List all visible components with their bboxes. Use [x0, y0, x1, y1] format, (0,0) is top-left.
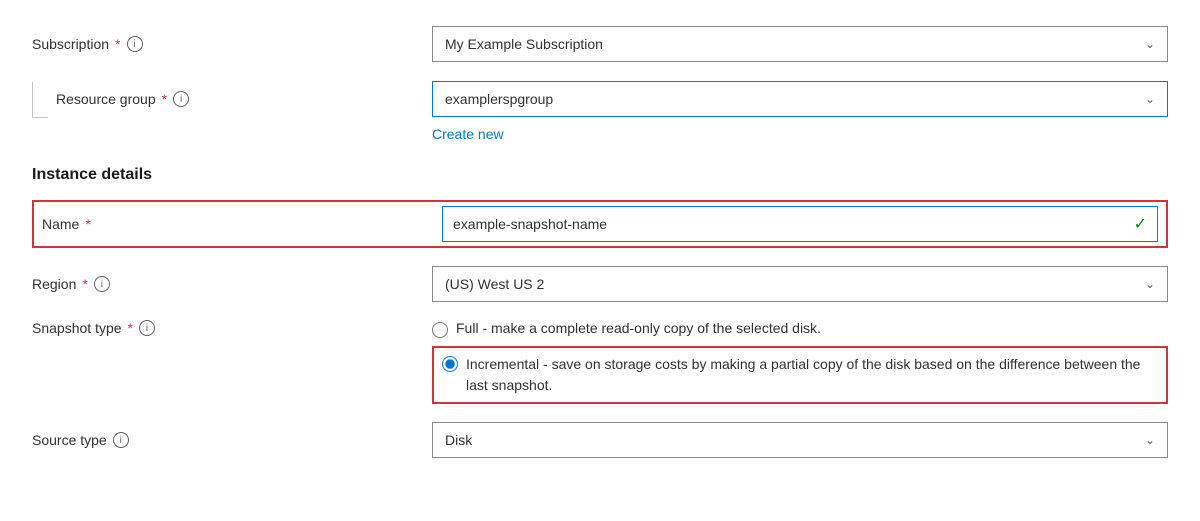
- source-type-row: Source type i Disk ⌄: [32, 420, 1168, 460]
- region-dropdown[interactable]: (US) West US 2 ⌄: [432, 266, 1168, 302]
- subscription-value: My Example Subscription: [445, 36, 603, 52]
- snapshot-type-info-icon[interactable]: i: [139, 320, 155, 336]
- snapshot-type-full-label[interactable]: Full - make a complete read-only copy of…: [456, 320, 821, 336]
- snapshot-type-row: Snapshot type * i Full - make a complete…: [32, 320, 1168, 404]
- region-label: Region: [32, 276, 76, 292]
- region-label-col: Region * i: [32, 276, 432, 292]
- source-type-control: Disk ⌄: [432, 422, 1168, 458]
- source-type-value: Disk: [445, 432, 472, 448]
- snapshot-type-full-option: Full - make a complete read-only copy of…: [432, 320, 1168, 338]
- instance-details-title: Instance details: [32, 166, 1168, 184]
- resource-group-label-col: Resource group * i: [56, 91, 432, 107]
- create-new-row: Create new: [32, 122, 1168, 142]
- name-input-wrapper: ✓: [442, 206, 1158, 242]
- region-chevron-icon: ⌄: [1145, 277, 1155, 291]
- source-type-chevron-icon: ⌄: [1145, 433, 1155, 447]
- resource-group-info-icon[interactable]: i: [173, 91, 189, 107]
- resource-group-row: Resource group * i examplerspgroup ⌄: [32, 80, 1168, 118]
- subscription-chevron-icon: ⌄: [1145, 37, 1155, 51]
- resource-group-label: Resource group: [56, 91, 156, 107]
- create-new-link[interactable]: Create new: [432, 126, 504, 142]
- snapshot-type-options: Full - make a complete read-only copy of…: [432, 320, 1168, 404]
- snapshot-type-incremental-label[interactable]: Incremental - save on storage costs by m…: [466, 354, 1158, 396]
- source-type-label: Source type: [32, 432, 107, 448]
- region-row: Region * i (US) West US 2 ⌄: [32, 264, 1168, 304]
- snapshot-type-full-radio[interactable]: [432, 322, 448, 338]
- subscription-label: Subscription: [32, 36, 109, 52]
- subscription-dropdown[interactable]: My Example Subscription ⌄: [432, 26, 1168, 62]
- resource-group-required: *: [162, 91, 167, 107]
- subscription-required: *: [115, 36, 120, 52]
- resource-group-control: examplerspgroup ⌄: [432, 81, 1168, 117]
- region-control: (US) West US 2 ⌄: [432, 266, 1168, 302]
- snapshot-type-required: *: [128, 320, 133, 336]
- name-label-col: Name *: [42, 216, 442, 232]
- name-control: ✓: [442, 206, 1158, 242]
- indent-connector: [32, 82, 48, 118]
- region-required: *: [82, 276, 87, 292]
- name-input[interactable]: [453, 216, 1134, 232]
- subscription-info-icon[interactable]: i: [127, 36, 143, 52]
- source-type-dropdown[interactable]: Disk ⌄: [432, 422, 1168, 458]
- subscription-label-col: Subscription * i: [32, 36, 432, 52]
- snapshot-type-incremental-radio[interactable]: [442, 356, 458, 372]
- resource-group-chevron-icon: ⌄: [1145, 92, 1155, 106]
- source-type-label-col: Source type i: [32, 432, 432, 448]
- resource-group-dropdown[interactable]: examplerspgroup ⌄: [432, 81, 1168, 117]
- name-valid-check-icon: ✓: [1134, 214, 1147, 234]
- snapshot-type-label: Snapshot type: [32, 320, 122, 336]
- subscription-control: My Example Subscription ⌄: [432, 26, 1168, 62]
- subscription-row: Subscription * i My Example Subscription…: [32, 24, 1168, 64]
- snapshot-type-incremental-box: Incremental - save on storage costs by m…: [432, 346, 1168, 404]
- name-label: Name: [42, 216, 79, 232]
- snapshot-type-label-col: Snapshot type * i: [32, 320, 432, 336]
- region-value: (US) West US 2: [445, 276, 544, 292]
- region-info-icon[interactable]: i: [94, 276, 110, 292]
- source-type-info-icon[interactable]: i: [113, 432, 129, 448]
- name-row-highlight: Name * ✓: [32, 200, 1168, 248]
- name-required: *: [85, 216, 90, 232]
- resource-group-value: examplerspgroup: [445, 91, 553, 107]
